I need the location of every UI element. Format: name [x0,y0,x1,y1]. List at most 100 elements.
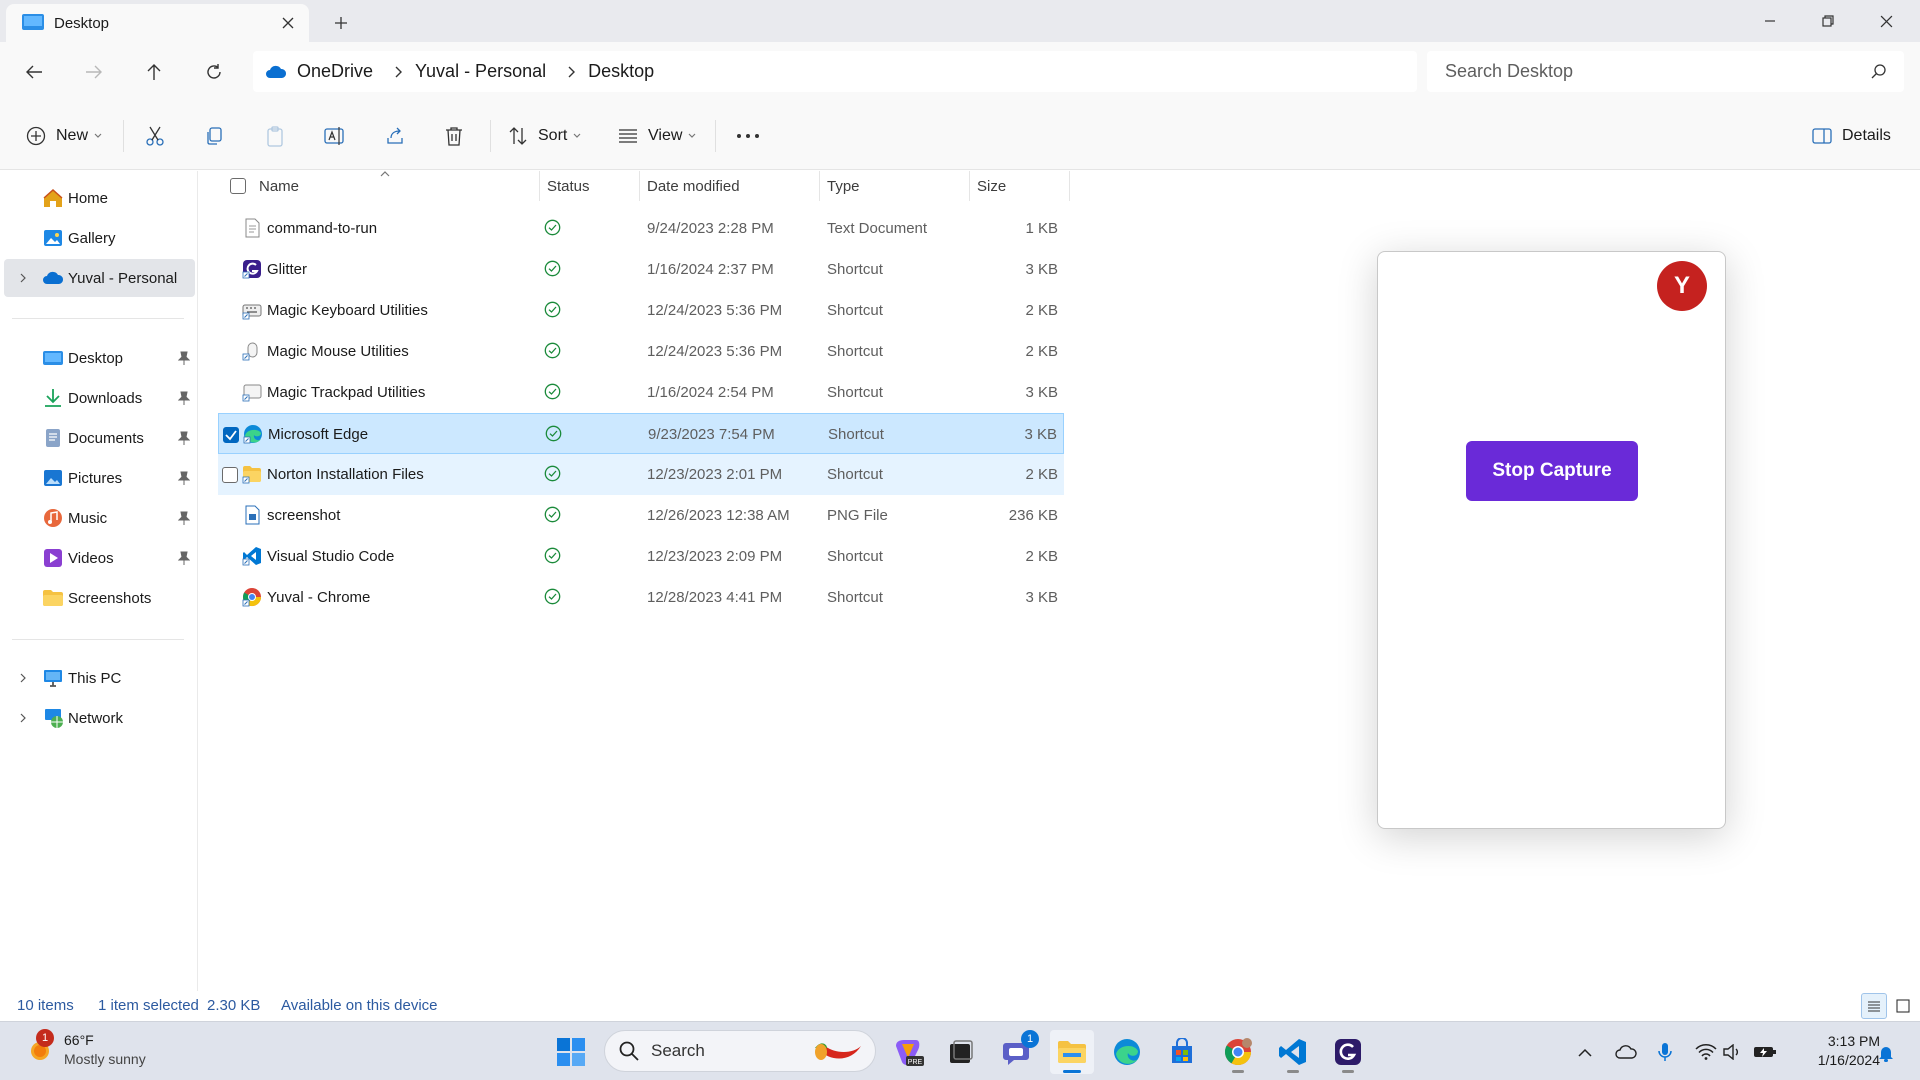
taskbar-search[interactable]: Search [604,1030,876,1072]
videos-icon [44,549,62,567]
up-button[interactable] [136,54,172,90]
stop-capture-button[interactable]: Stop Capture [1466,441,1638,501]
column-status[interactable]: Status [547,178,590,195]
file-type: Shortcut [827,548,883,565]
file-row[interactable]: Magic Trackpad Utilities 1/16/2024 2:54 P… [218,372,1064,413]
file-row[interactable]: Visual Studio Code 12/23/2023 2:09 PM Shor… [218,536,1064,577]
close-window-button[interactable] [1857,0,1915,42]
file-row[interactable]: Microsoft Edge 9/23/2023 7:54 PM Shortcut 3… [218,413,1064,454]
synced-check-icon [544,506,561,523]
address-bar[interactable]: OneDrive Yuval - Personal Desktop [253,51,1417,92]
volume-tray-button[interactable] [1721,1040,1745,1064]
back-button[interactable] [16,54,52,90]
microphone-tray-button[interactable] [1653,1040,1677,1064]
column-divider[interactable] [539,171,540,201]
folder-icon [43,590,63,606]
file-explorer-app[interactable] [1050,1030,1094,1074]
sidebar-item-videos[interactable]: Videos [4,539,195,577]
column-name[interactable]: Name [259,178,299,195]
sidebar-item-desktop[interactable]: Desktop [4,339,195,377]
avatar[interactable]: Y [1657,261,1707,311]
breadcrumb-desktop[interactable]: Desktop [588,61,654,82]
copilot-preview-app[interactable]: PRE [886,1030,930,1074]
start-button[interactable] [549,1030,593,1074]
tab-close-button[interactable] [273,8,303,38]
paste-button[interactable] [265,118,285,154]
details-view-button[interactable] [1861,993,1887,1019]
task-view-app[interactable] [939,1030,983,1074]
teams-chat-app[interactable]: 1 [995,1030,1039,1074]
sidebar-item-gallery[interactable]: Gallery [4,219,195,257]
file-row[interactable]: Norton Installation Files 12/23/2023 2:01… [218,454,1064,495]
onedrive-tray-button[interactable] [1614,1040,1638,1064]
sidebar-item-music[interactable]: Music [4,499,195,537]
column-divider[interactable] [969,171,970,201]
store-app[interactable] [1160,1030,1204,1074]
column-divider[interactable] [639,171,640,201]
edge-app[interactable] [1105,1030,1149,1074]
details-pane-button[interactable]: Details [1812,118,1891,154]
breadcrumb-onedrive[interactable]: OneDrive [297,61,373,82]
new-tab-button[interactable] [326,8,356,38]
sidebar-item-label: Desktop [68,349,124,367]
sidebar-item-downloads[interactable]: Downloads [4,379,195,417]
column-size[interactable]: Size [977,178,1006,195]
chevron-right-icon [395,66,403,77]
file-row[interactable]: Magic Keyboard Utilities 12/24/2023 5:36 … [218,290,1064,331]
column-divider[interactable] [1069,171,1070,201]
taskbar-search-label: Search [651,1041,705,1060]
share-button[interactable] [385,118,405,154]
column-date-modified[interactable]: Date modified [647,178,740,195]
file-row[interactable]: Glitter 1/16/2024 2:37 PM Shortcut 3 KB [218,249,1064,290]
delete-button[interactable] [445,118,463,154]
folder-icon [1058,1041,1086,1063]
sidebar-item-this-pc[interactable]: This PC [4,659,195,697]
breadcrumb-yuval-personal[interactable]: Yuval - Personal [415,61,546,82]
view-button[interactable]: View [618,118,696,154]
column-divider[interactable] [819,171,820,201]
sidebar-item-pictures[interactable]: Pictures [4,459,195,497]
sidebar-item-yuval-personal[interactable]: Yuval - Personal [4,259,195,297]
file-row[interactable]: command-to-run 9/24/2023 2:28 PM Text Docu… [218,208,1064,249]
pin-icon [178,551,190,565]
refresh-button[interactable] [196,54,232,90]
file-row[interactable]: screenshot 12/26/2023 12:38 AM PNG File 236… [218,495,1064,536]
search-input[interactable]: Search Desktop [1427,51,1904,92]
forward-button[interactable] [76,54,112,90]
new-button[interactable]: New [26,118,102,154]
column-type[interactable]: Type [827,178,860,195]
sidebar-item-network[interactable]: Network [4,699,195,737]
chrome-icon [242,588,261,607]
sidebar-item-screenshots[interactable]: Screenshots [4,579,195,617]
row-checkbox[interactable] [223,427,239,443]
file-type: Shortcut [828,426,884,443]
chevron-right-icon [20,273,26,283]
sort-button[interactable]: Sort [508,118,581,154]
tiles-view-icon [1896,999,1910,1013]
wifi-tray-button[interactable] [1694,1040,1718,1064]
copy-button[interactable] [204,118,224,154]
capture-panel [1377,251,1726,829]
tiles-view-button[interactable] [1890,993,1916,1019]
select-all-checkbox[interactable] [230,178,246,194]
glitter-app[interactable] [1326,1030,1370,1074]
vscode-app[interactable] [1271,1030,1315,1074]
file-row[interactable]: Yuval - Chrome 12/28/2023 4:41 PM Shortcut… [218,577,1064,618]
minimize-button[interactable] [1741,0,1799,42]
sidebar-item-label: Videos [68,549,114,567]
sidebar-item-home[interactable]: Home [4,179,195,217]
restore-button[interactable] [1799,0,1857,42]
cut-button[interactable] [144,118,166,154]
tab-desktop[interactable]: Desktop [6,4,309,42]
show-hidden-icons-button[interactable] [1573,1040,1597,1064]
file-row[interactable]: Magic Mouse Utilities 12/24/2023 5:36 PM S… [218,331,1064,372]
clock[interactable]: 3:13 PM 1/16/2024 [1790,1030,1880,1072]
weather-widget[interactable]: 1 66°F Mostly sunny [22,1029,212,1073]
sidebar-item-documents[interactable]: Documents [4,419,195,457]
row-checkbox[interactable] [222,467,238,483]
rename-button[interactable] [324,118,346,154]
battery-tray-button[interactable] [1753,1040,1777,1064]
chrome-app[interactable] [1216,1030,1260,1074]
more-options-button[interactable] [736,118,760,154]
notifications-button[interactable] [1874,1041,1898,1065]
